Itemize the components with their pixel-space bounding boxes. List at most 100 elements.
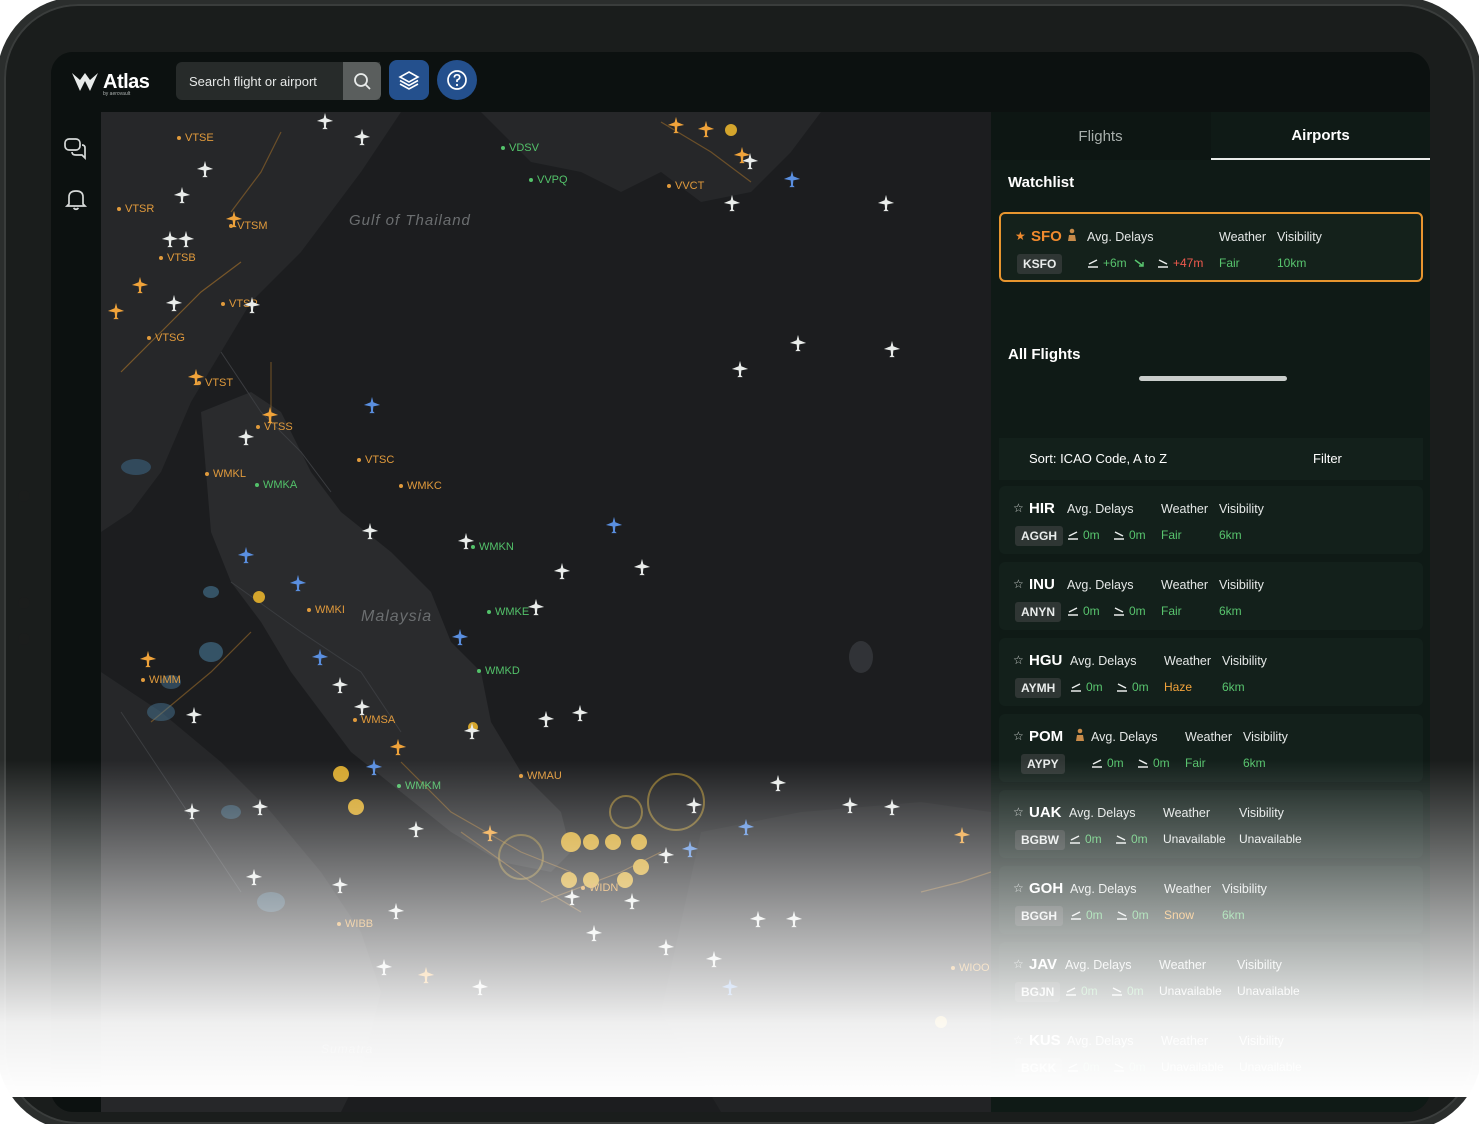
plane-icon[interactable]	[417, 966, 435, 984]
plane-icon[interactable]	[841, 796, 859, 814]
search-button[interactable]	[343, 62, 381, 100]
airport-label[interactable]: WMKN	[471, 541, 514, 553]
plane-icon[interactable]	[183, 802, 201, 820]
plane-icon[interactable]	[139, 650, 157, 668]
plane-icon[interactable]	[185, 706, 203, 724]
plane-icon[interactable]	[877, 194, 895, 212]
plane-icon[interactable]	[187, 368, 205, 386]
plane-icon[interactable]	[571, 704, 589, 722]
plane-icon[interactable]	[749, 910, 767, 928]
tab-airports[interactable]: Airports	[1211, 112, 1430, 160]
plane-icon[interactable]	[785, 910, 803, 928]
plane-icon[interactable]	[585, 924, 603, 942]
plane-icon[interactable]	[196, 160, 214, 178]
plane-icon[interactable]	[363, 396, 381, 414]
watchlist-card[interactable]: ★ SFO KSFO Avg. Delays Weather Visibilit…	[999, 212, 1423, 282]
plane-icon[interactable]	[407, 820, 425, 838]
plane-icon[interactable]	[131, 276, 149, 294]
plane-icon[interactable]	[361, 522, 379, 540]
plane-icon[interactable]	[353, 698, 371, 716]
plane-icon[interactable]	[737, 818, 755, 836]
plane-icon[interactable]	[563, 888, 581, 906]
star-outline-icon[interactable]: ☆	[1013, 957, 1024, 971]
plane-icon[interactable]	[883, 798, 901, 816]
plane-icon[interactable]	[243, 296, 261, 314]
drag-handle[interactable]	[1139, 376, 1287, 381]
plane-icon[interactable]	[389, 738, 407, 756]
star-filled-icon[interactable]: ★	[1015, 229, 1026, 243]
plane-icon[interactable]	[733, 146, 751, 164]
plane-icon[interactable]	[225, 210, 243, 228]
plane-icon[interactable]	[657, 938, 675, 956]
plane-icon[interactable]	[633, 558, 651, 576]
filter-button[interactable]: Filter	[1313, 451, 1342, 466]
plane-icon[interactable]	[953, 826, 971, 844]
airport-row[interactable]: ☆ GOH BGGH Avg. Delays Weather Visibilit…	[999, 866, 1423, 934]
plane-icon[interactable]	[481, 824, 499, 842]
airport-row[interactable]: ☆ UAK BGBW Avg. Delays Weather Visibilit…	[999, 790, 1423, 858]
plane-icon[interactable]	[657, 846, 675, 864]
plane-icon[interactable]	[245, 868, 263, 886]
plane-icon[interactable]	[311, 648, 329, 666]
plane-icon[interactable]	[107, 302, 125, 320]
airport-label[interactable]: WMKI	[307, 604, 345, 616]
airport-row[interactable]: ☆ HIR AGGH Avg. Delays Weather Visibilit…	[999, 486, 1423, 554]
bell-icon[interactable]	[63, 186, 89, 212]
airport-row[interactable]: ☆ POM AYPY Avg. Delays Weather Visibilit…	[999, 714, 1423, 782]
plane-icon[interactable]	[316, 112, 334, 130]
airport-label[interactable]: WMKL	[205, 468, 246, 480]
plane-icon[interactable]	[331, 876, 349, 894]
plane-icon[interactable]	[723, 194, 741, 212]
plane-icon[interactable]	[173, 186, 191, 204]
plane-icon[interactable]	[605, 516, 623, 534]
airport-label[interactable]: WIMM	[141, 674, 181, 686]
airport-row[interactable]: ☆ KUS BGKK Avg. Delays Weather Visibilit…	[999, 1018, 1423, 1086]
plane-icon[interactable]	[471, 978, 489, 996]
plane-icon[interactable]	[527, 598, 545, 616]
star-outline-icon[interactable]: ☆	[1013, 729, 1024, 743]
airport-label[interactable]: WIDN	[581, 882, 618, 894]
plane-icon[interactable]	[721, 978, 739, 996]
plane-icon[interactable]	[667, 116, 685, 134]
airport-label[interactable]: WMKD	[477, 665, 520, 677]
plane-icon[interactable]	[289, 574, 307, 592]
plane-icon[interactable]	[783, 170, 801, 188]
plane-icon[interactable]	[623, 892, 641, 910]
plane-icon[interactable]	[451, 628, 469, 646]
star-outline-icon[interactable]: ☆	[1013, 1033, 1024, 1047]
plane-icon[interactable]	[237, 428, 255, 446]
airport-label[interactable]: WMKA	[255, 479, 297, 491]
airport-label[interactable]: VVCT	[667, 180, 704, 192]
airport-label[interactable]: VTSG	[147, 332, 185, 344]
plane-icon[interactable]	[769, 774, 787, 792]
plane-icon[interactable]	[387, 902, 405, 920]
plane-icon[interactable]	[165, 294, 183, 312]
tab-flights[interactable]: Flights	[991, 112, 1210, 160]
layers-button[interactable]	[389, 60, 429, 100]
plane-icon[interactable]	[553, 562, 571, 580]
airport-label[interactable]: WMKC	[399, 480, 442, 492]
plane-icon[interactable]	[681, 840, 699, 858]
airport-label[interactable]: VTSC	[357, 454, 394, 466]
plane-icon[interactable]	[331, 676, 349, 694]
star-outline-icon[interactable]: ☆	[1013, 653, 1024, 667]
chat-icon[interactable]	[63, 136, 89, 162]
plane-icon[interactable]	[705, 950, 723, 968]
plane-icon[interactable]	[237, 546, 255, 564]
plane-icon[interactable]	[365, 758, 383, 776]
airport-label[interactable]: VDSV	[501, 142, 539, 154]
plane-icon[interactable]	[375, 958, 393, 976]
sort-button[interactable]: Sort: ICAO Code, A to Z	[1029, 451, 1167, 466]
star-outline-icon[interactable]: ☆	[1013, 805, 1024, 819]
plane-icon[interactable]	[177, 230, 195, 248]
airport-row[interactable]: ☆ HGU AYMH Avg. Delays Weather Visibilit…	[999, 638, 1423, 706]
star-outline-icon[interactable]: ☆	[1013, 577, 1024, 591]
help-button[interactable]	[437, 60, 477, 100]
plane-icon[interactable]	[789, 334, 807, 352]
star-outline-icon[interactable]: ☆	[1013, 501, 1024, 515]
airport-row[interactable]: ☆ JAV BGJN Avg. Delays Weather Visibilit…	[999, 942, 1423, 1010]
plane-icon[interactable]	[261, 406, 279, 424]
plane-icon[interactable]	[463, 722, 481, 740]
airport-label[interactable]: WIBB	[337, 918, 373, 930]
plane-icon[interactable]	[537, 710, 555, 728]
